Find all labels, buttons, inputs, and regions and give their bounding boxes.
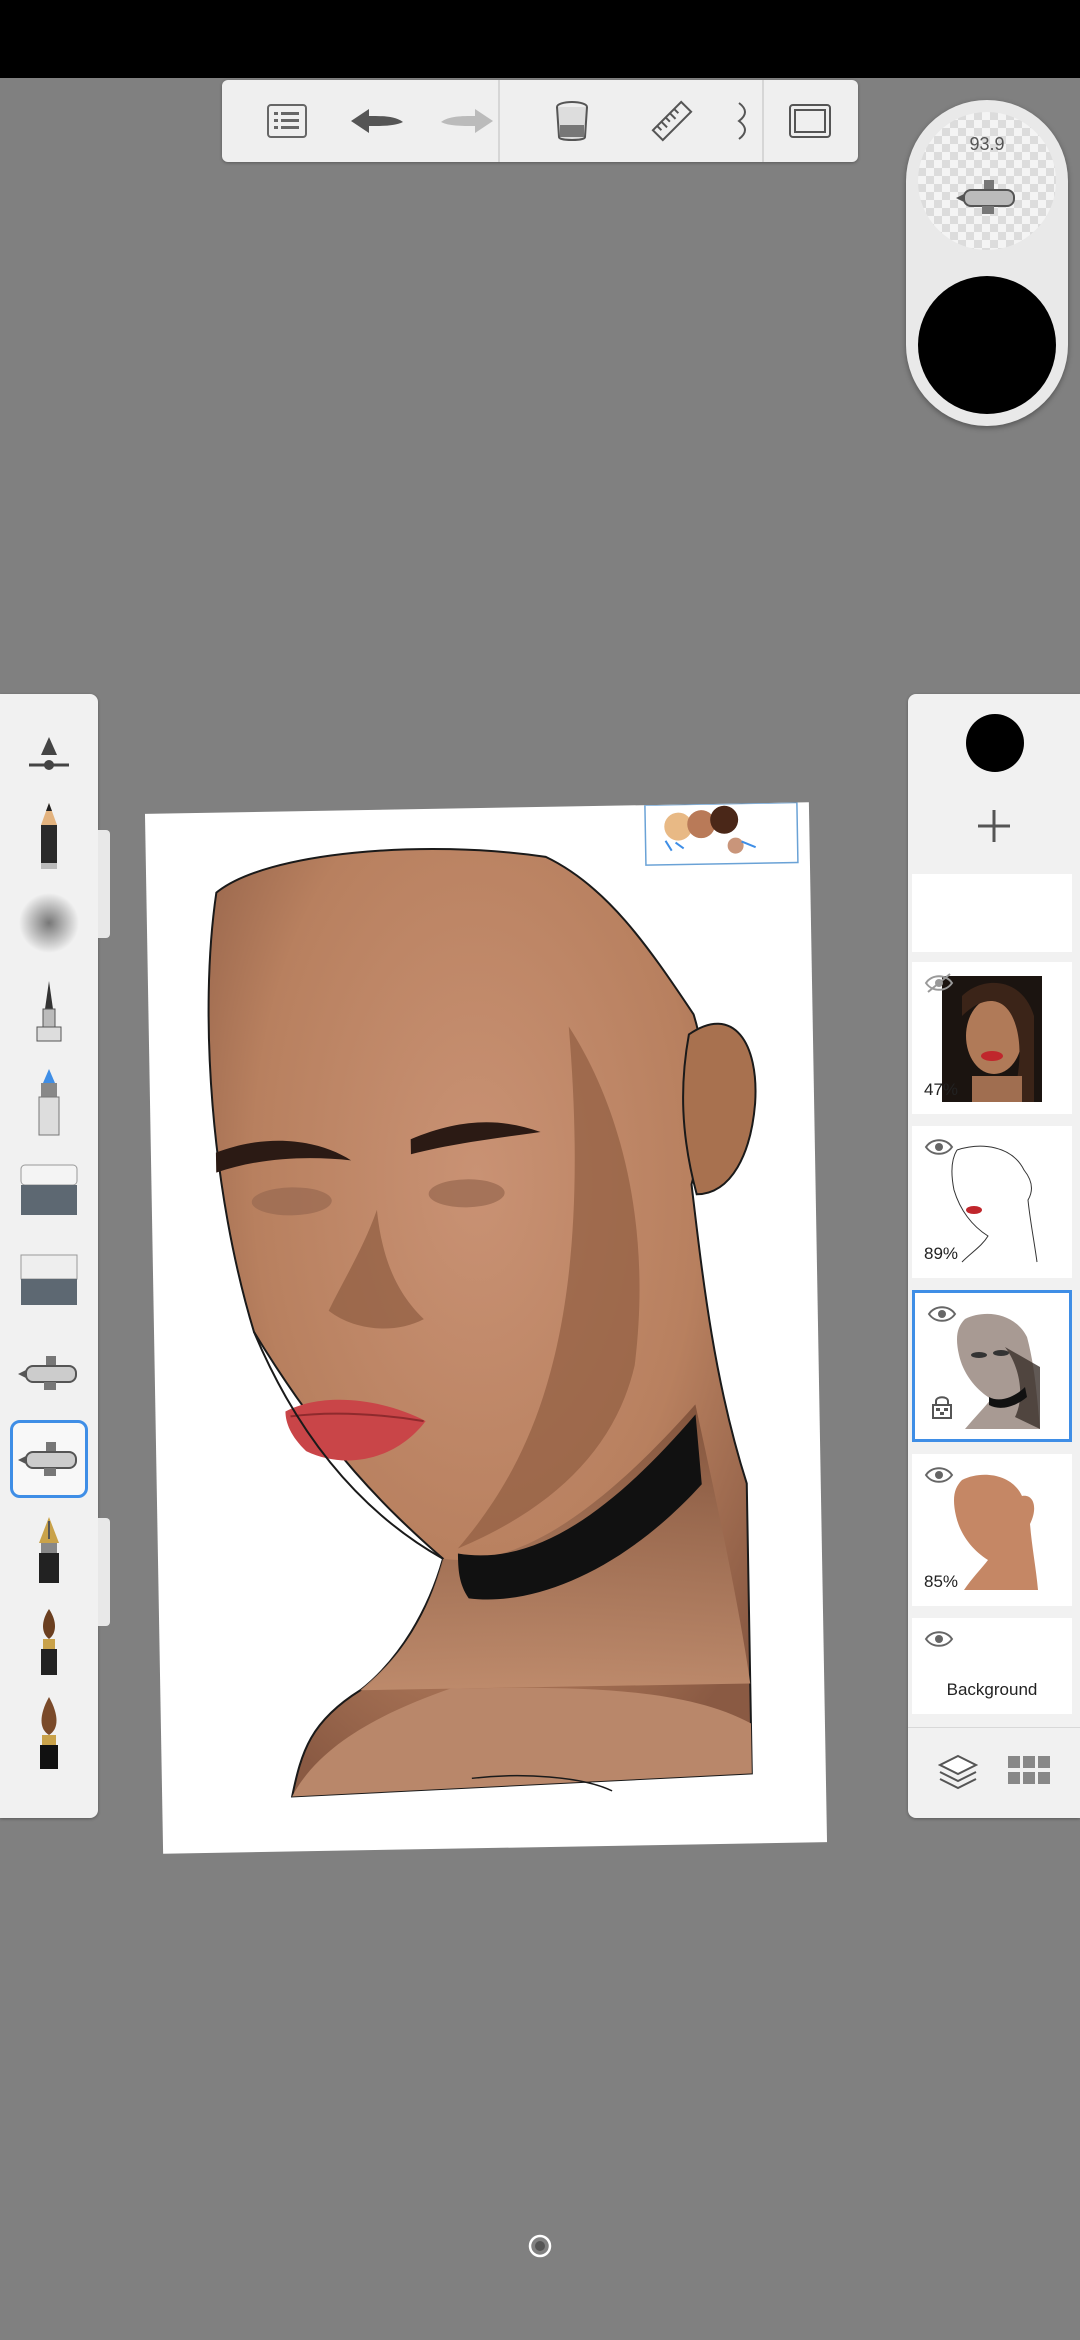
airbrush-selected-icon[interactable] [10, 1420, 88, 1498]
left-toolbar-tab[interactable] [98, 830, 110, 938]
add-layer-button[interactable] [908, 792, 1080, 860]
layer-item[interactable]: 85% [912, 1454, 1072, 1606]
brush-puck[interactable]: 93.9 [906, 100, 1068, 426]
airbrush-icon [956, 180, 1015, 214]
alpha-lock-icon[interactable] [931, 1394, 953, 1425]
layer-item[interactable]: 47% [912, 962, 1072, 1114]
canvas-rotate-indicator-icon[interactable] [528, 2234, 552, 2258]
layer-item[interactable]: 89% [912, 1126, 1072, 1278]
soft-eraser-icon[interactable] [10, 1242, 88, 1320]
airbrush-spray-icon[interactable] [10, 884, 88, 962]
status-bar [0, 0, 1080, 78]
layer-opacity: 89% [924, 1244, 959, 1263]
brush-size-value: 93.9 [969, 134, 1005, 154]
layer-name: Background [946, 1680, 1038, 1699]
ink-pen-icon[interactable] [10, 976, 88, 1054]
top-toolbar [222, 80, 858, 162]
airbrush-icon[interactable] [10, 1334, 88, 1412]
layer-opacity: 47% [924, 1080, 959, 1099]
layer-thumbnail [945, 1307, 1045, 1433]
paintbrush-icon[interactable] [10, 1604, 88, 1682]
layers-panel: 47% 89% 85% Background [908, 694, 1080, 1818]
list-icon[interactable] [242, 80, 332, 162]
layer-item-selected[interactable] [912, 1290, 1072, 1442]
left-toolbar-tab[interactable] [98, 1518, 110, 1626]
marker-icon[interactable] [10, 1064, 88, 1142]
drawing-canvas[interactable] [144, 801, 828, 1854]
eye-icon[interactable] [927, 1303, 957, 1330]
left-toolbar [0, 694, 98, 1818]
fountain-pen-icon[interactable] [10, 1512, 88, 1590]
undo-icon[interactable] [332, 80, 422, 162]
eye-icon[interactable] [924, 1464, 954, 1491]
grid-icon[interactable] [1008, 1756, 1050, 1791]
layer-opacity: 85% [924, 1572, 959, 1591]
brush-settings-icon[interactable] [10, 716, 88, 794]
pencil-icon[interactable] [10, 798, 88, 876]
eye-icon[interactable] [924, 1628, 954, 1655]
layers-panel-footer [908, 1727, 1080, 1818]
layers-stack-icon[interactable] [937, 1754, 979, 1795]
symmetry-icon[interactable] [722, 80, 762, 162]
toolbar-separator [498, 80, 500, 162]
toolbar-separator [762, 80, 764, 162]
background-layer[interactable]: Background [912, 1618, 1072, 1714]
eye-hidden-icon[interactable] [924, 972, 954, 999]
fullscreen-icon[interactable] [768, 80, 852, 162]
brush-size-opacity-control[interactable]: 93.9 [918, 112, 1056, 250]
layer-color-swatch[interactable] [966, 714, 1024, 772]
hard-eraser-icon[interactable] [10, 1152, 88, 1230]
artwork [207, 801, 799, 1798]
current-color-swatch[interactable] [918, 276, 1056, 414]
plus-icon [978, 810, 1010, 842]
eye-icon[interactable] [924, 1136, 954, 1163]
layer-item[interactable] [912, 874, 1072, 952]
ruler-icon[interactable] [622, 80, 722, 162]
round-brush-icon[interactable] [10, 1694, 88, 1772]
paint-bucket-icon[interactable] [522, 80, 622, 162]
